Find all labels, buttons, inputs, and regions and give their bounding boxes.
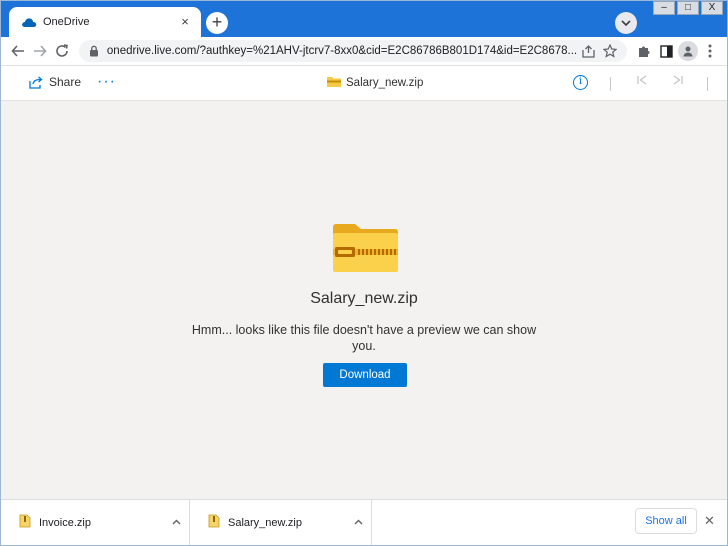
file-preview-area: Salary_new.zip Hmm... looks like this fi… — [1, 101, 727, 499]
reload-icon — [56, 44, 68, 57]
share-page-icon[interactable] — [577, 41, 599, 61]
close-shelf-icon[interactable]: ✕ — [704, 513, 715, 529]
file-name-header: Salary_new.zip — [327, 76, 423, 90]
chevron-up-icon[interactable] — [354, 517, 363, 528]
window-controls: – □ X — [651, 1, 723, 15]
tab-strip: OneDrive × + – □ X — [1, 1, 727, 37]
download-item-name: Salary_new.zip — [228, 516, 302, 529]
reload-button[interactable] — [51, 38, 73, 64]
divider — [707, 77, 708, 91]
info-icon[interactable]: i — [573, 75, 588, 90]
new-tab-button[interactable]: + — [206, 12, 228, 34]
browser-window: OneDrive × + – □ X onedrive.live.com/?au… — [0, 0, 728, 546]
chevron-down-icon — [621, 20, 631, 26]
file-name-label: Salary_new.zip — [346, 77, 424, 89]
divider — [610, 77, 611, 91]
arrow-right-icon — [33, 45, 47, 57]
zip-folder-large-icon — [331, 223, 399, 276]
extensions-puzzle-icon[interactable] — [633, 38, 655, 64]
next-file-icon[interactable] — [673, 75, 683, 88]
menu-kebab-icon[interactable] — [699, 38, 721, 64]
address-bar[interactable]: onedrive.live.com/?authkey=%21AHV-jtcrv7… — [78, 40, 628, 62]
person-icon — [683, 46, 693, 57]
zip-file-icon — [208, 514, 220, 531]
back-button[interactable] — [7, 38, 29, 64]
profile-button[interactable] — [677, 38, 699, 64]
file-command-bar: Share ··· Salary_new.zip i — [1, 65, 727, 101]
zip-folder-icon — [327, 76, 341, 90]
tab-title: OneDrive — [43, 16, 90, 28]
side-panel-icon[interactable] — [655, 38, 677, 64]
zip-file-icon — [19, 514, 31, 531]
tab-onedrive[interactable]: OneDrive × — [9, 7, 201, 37]
tab-search-button[interactable] — [615, 12, 637, 34]
chevron-up-icon[interactable] — [172, 517, 181, 528]
tab-close-icon[interactable]: × — [177, 14, 193, 30]
download-item[interactable]: Salary_new.zip — [190, 500, 372, 545]
maximize-button[interactable]: □ — [677, 1, 699, 15]
arrow-left-icon — [11, 45, 24, 57]
lock-icon[interactable] — [87, 44, 101, 58]
minimize-button[interactable]: – — [653, 1, 675, 15]
more-options-button[interactable]: ··· — [97, 74, 116, 90]
show-all-downloads-button[interactable]: Show all — [635, 508, 697, 534]
share-label: Share — [49, 75, 82, 89]
download-shelf: Invoice.zip Salary_new.zip Show all ✕ — [1, 499, 727, 545]
share-button[interactable]: Share — [29, 75, 81, 89]
preview-file-name: Salary_new.zip — [310, 290, 418, 307]
forward-button[interactable] — [29, 38, 51, 64]
download-button[interactable]: Download — [323, 363, 407, 387]
browser-toolbar: onedrive.live.com/?authkey=%21AHV-jtcrv7… — [1, 37, 727, 65]
no-preview-message: Hmm... looks like this file doesn't have… — [191, 323, 537, 353]
bookmark-star-icon[interactable] — [599, 41, 621, 61]
close-window-button[interactable]: X — [701, 1, 723, 15]
previous-file-icon[interactable] — [637, 75, 647, 88]
avatar — [678, 41, 699, 61]
url-text[interactable]: onedrive.live.com/?authkey=%21AHV-jtcrv7… — [107, 45, 577, 57]
onedrive-cloud-icon — [21, 14, 37, 30]
download-item-name: Invoice.zip — [39, 516, 91, 529]
share-icon — [29, 76, 43, 89]
download-item[interactable]: Invoice.zip — [1, 500, 190, 545]
